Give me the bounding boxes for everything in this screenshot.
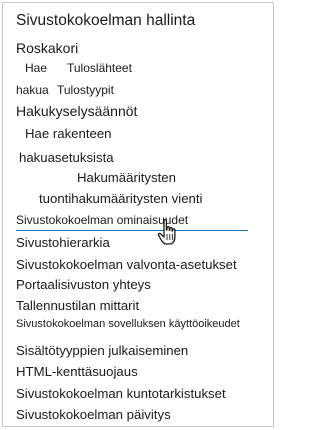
- panel-title: Sivustokokoelman hallinta: [16, 12, 196, 29]
- link-result-types[interactable]: Tulostyypit: [57, 83, 114, 97]
- link-portal-site-connection[interactable]: Portaalisivuston yhteys: [16, 277, 151, 292]
- link-search-config-export[interactable]: tuontihakumääritysten vienti: [39, 191, 202, 206]
- link-search-part2[interactable]: hakua: [16, 83, 49, 97]
- link-recycle-bin[interactable]: Roskakori: [16, 40, 78, 56]
- link-result-sources[interactable]: Tuloslähteet: [67, 61, 132, 75]
- link-health-checks[interactable]: Sivustokokoelman kuntotarkistukset: [16, 386, 226, 401]
- link-search-settings[interactable]: hakuasetuksista: [19, 150, 114, 165]
- site-collection-admin-panel: Sivustokokoelman hallinta Roskakori Hae …: [2, 2, 274, 427]
- link-app-permissions[interactable]: Sivustokokoelman sovelluksen käyttöoikeu…: [16, 318, 240, 330]
- link-search-part1[interactable]: Hae: [25, 61, 47, 75]
- hand-pointer-icon: [156, 218, 182, 246]
- link-site-collection-upgrade[interactable]: Sivustokokoelman päivitys: [16, 407, 171, 422]
- link-site-hierarchy[interactable]: Sivustohierarkia: [16, 235, 110, 250]
- link-html-field-security[interactable]: HTML-kenttäsuojaus: [16, 364, 138, 379]
- link-query-rules[interactable]: Hakukyselysäännöt: [16, 103, 137, 119]
- link-search-schema[interactable]: Hae rakenteen: [25, 126, 112, 141]
- hover-underline: [16, 230, 248, 231]
- link-content-type-publishing[interactable]: Sisältötyyppien julkaiseminen: [16, 343, 188, 358]
- link-search-config-import[interactable]: Hakumääritysten: [77, 170, 176, 185]
- link-storage-metrics[interactable]: Tallennustilan mittarit: [16, 298, 139, 313]
- link-audit-settings[interactable]: Sivustokokoelman valvonta-asetukset: [16, 257, 237, 272]
